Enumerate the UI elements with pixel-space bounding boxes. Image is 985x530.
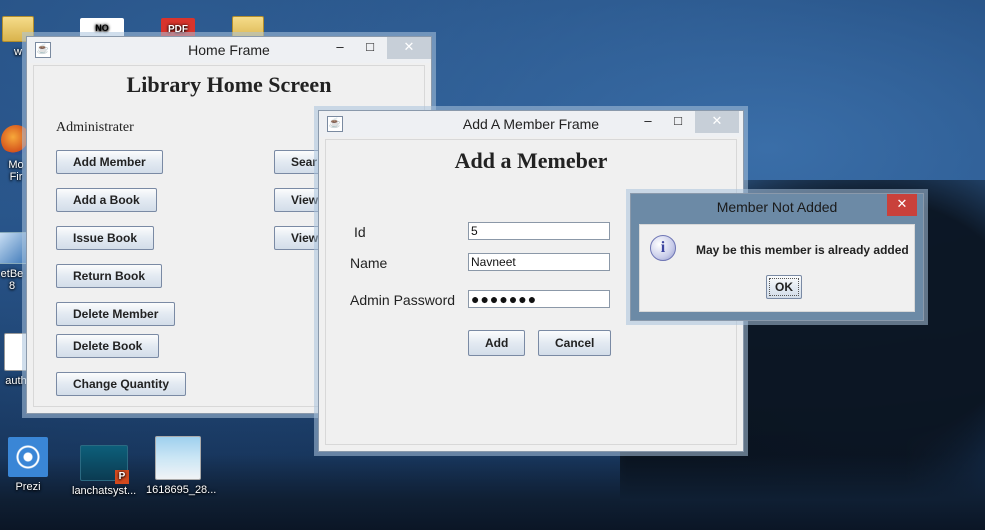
desktop-icon-label: w: [14, 46, 22, 58]
role-label: Administrater: [56, 120, 134, 135]
prezi-icon: [8, 437, 48, 477]
minimize-icon[interactable]: –: [633, 111, 663, 133]
desktop-icon-label: Prezi: [15, 481, 41, 493]
name-field[interactable]: Navneet: [468, 253, 610, 271]
info-icon: i: [650, 235, 676, 261]
desktop-icon-prezi[interactable]: Prezi: [0, 437, 60, 493]
add-book-button[interactable]: Add a Book: [56, 188, 157, 212]
add-button[interactable]: Add: [468, 330, 526, 356]
dialog-title: Member Not Added: [716, 199, 838, 215]
issue-book-button[interactable]: Issue Book: [56, 226, 155, 250]
form-title: Add a Memeber: [454, 148, 608, 173]
desktop-icon-label: lanchatsyst...: [72, 485, 137, 497]
dialog-titlebar[interactable]: Member Not Added ✕: [631, 194, 923, 220]
desktop-icon-label: auth: [5, 375, 27, 387]
close-icon[interactable]: ✕: [387, 37, 431, 59]
image-thumbnail-icon: [155, 436, 201, 480]
noshave-icon: NO SHAVE: [80, 18, 124, 53]
id-label: Id: [354, 224, 366, 240]
page-title: Library Home Screen: [126, 72, 332, 97]
netbeans-icon: [0, 232, 28, 264]
delete-member-button[interactable]: Delete Member: [56, 302, 176, 326]
document-icon: [4, 333, 28, 371]
delete-book-button[interactable]: Delete Book: [56, 334, 160, 358]
maximize-icon[interactable]: □: [663, 111, 693, 133]
dialog-message: May be this member is already added: [696, 243, 909, 257]
admin-password-field[interactable]: ●●●●●●●: [468, 290, 610, 308]
ok-button[interactable]: OK: [766, 275, 802, 299]
desktop-icon-image[interactable]: 1618695_28...: [146, 436, 216, 496]
change-quantity-button[interactable]: Change Quantity: [56, 372, 187, 396]
cancel-button[interactable]: Cancel: [538, 330, 612, 356]
minimize-icon[interactable]: –: [325, 37, 355, 59]
home-frame-titlebar[interactable]: ☕ Home Frame – □ ✕: [27, 37, 431, 63]
desktop-icon-label: 1618695_28...: [146, 484, 217, 496]
dialog-content: i May be this member is already added OK: [639, 224, 915, 312]
desktop-icon-label: etBe 8: [0, 268, 24, 292]
name-label: Name: [350, 255, 388, 271]
add-member-button[interactable]: Add Member: [56, 150, 163, 174]
id-field[interactable]: 5: [468, 222, 610, 240]
desktop-icon-label: Mo Fir: [8, 159, 24, 183]
return-book-button[interactable]: Return Book: [56, 264, 162, 288]
admin-password-label: Admin Password: [350, 292, 456, 308]
add-member-titlebar[interactable]: ☕ Add A Member Frame – □ ✕: [319, 111, 743, 137]
member-not-added-dialog: Member Not Added ✕ i May be this member …: [630, 193, 924, 321]
maximize-icon[interactable]: □: [355, 37, 385, 59]
desktop-icon-ppt[interactable]: P lanchatsyst...: [72, 445, 136, 497]
presentation-icon: P: [80, 445, 129, 484]
close-icon[interactable]: ✕: [887, 194, 917, 216]
close-icon[interactable]: ✕: [695, 111, 739, 133]
